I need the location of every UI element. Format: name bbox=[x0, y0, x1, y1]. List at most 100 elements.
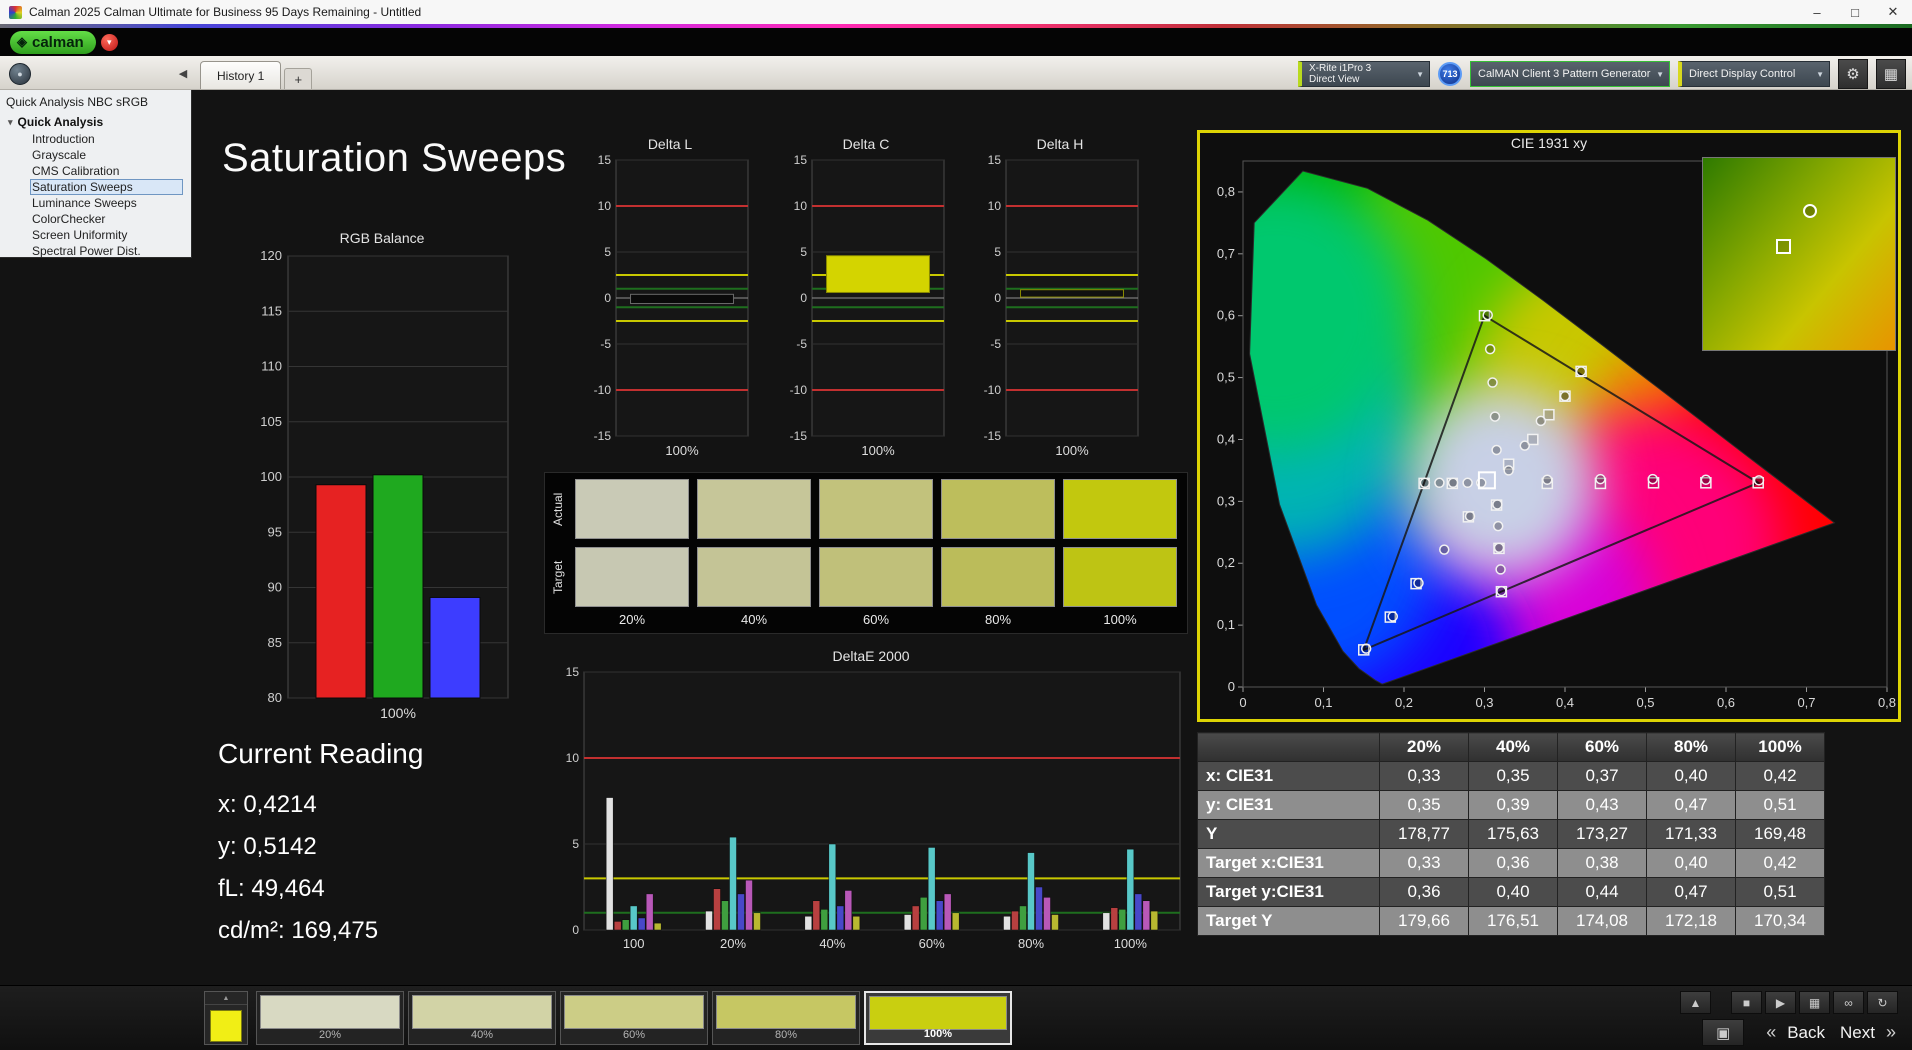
close-button[interactable]: ✕ bbox=[1874, 0, 1912, 24]
svg-text:5: 5 bbox=[604, 245, 611, 259]
table-cell: 0,42 bbox=[1735, 848, 1825, 878]
pattern-swatch-40%[interactable]: 40% bbox=[408, 991, 556, 1045]
pattern-swatch-20%[interactable]: 20% bbox=[256, 991, 404, 1045]
table-cell: 0,36 bbox=[1379, 877, 1469, 907]
settings-button[interactable]: ⚙ bbox=[1838, 59, 1868, 89]
back-button[interactable]: Back bbox=[1781, 1023, 1831, 1043]
grid-icon: ▦ bbox=[1883, 66, 1899, 83]
table-cell: 174,08 bbox=[1557, 906, 1647, 936]
table-cell: 169,48 bbox=[1735, 819, 1825, 849]
calman-logo[interactable]: ◈ calman ▾ bbox=[10, 30, 118, 54]
svg-text:5: 5 bbox=[994, 245, 1001, 259]
pattern-swatch-60%[interactable]: 60% bbox=[560, 991, 708, 1045]
svg-text:-15: -15 bbox=[790, 429, 808, 443]
swatch-row-label: Actual bbox=[551, 492, 565, 526]
svg-text:0: 0 bbox=[1239, 695, 1246, 710]
sidebar-item-screen-uniformity[interactable]: Screen Uniformity bbox=[30, 227, 183, 243]
maximize-button[interactable]: □ bbox=[1836, 0, 1874, 24]
target-point-marker bbox=[1775, 238, 1791, 254]
sidebar-item-cms-calibration[interactable]: CMS Calibration bbox=[30, 163, 183, 179]
tab-history-1[interactable]: History 1 bbox=[200, 61, 282, 89]
svg-text:105: 105 bbox=[260, 414, 282, 429]
svg-text:10: 10 bbox=[598, 199, 612, 213]
table-cell: 0,40 bbox=[1646, 848, 1736, 878]
svg-text:0,8: 0,8 bbox=[1217, 184, 1235, 199]
svg-text:-15: -15 bbox=[594, 429, 612, 443]
workspace-nav-button[interactable]: ● bbox=[9, 63, 31, 85]
svg-text:0,4: 0,4 bbox=[1217, 431, 1235, 446]
sidebar-item-spectral-power-dist-[interactable]: Spectral Power Dist. bbox=[30, 243, 183, 259]
next-chevron-icon[interactable]: » bbox=[1884, 1022, 1898, 1043]
play-button[interactable]: ▶ bbox=[1765, 991, 1796, 1014]
svg-text:-5: -5 bbox=[796, 337, 807, 351]
table-cell: 0,33 bbox=[1379, 848, 1469, 878]
cie-1931-chart[interactable]: CIE 1931 xy 0 0 0,1 0,1 0,2 0,2 0,3 0,3 0,4 0,4 0,… bbox=[1197, 130, 1901, 722]
table-row-label: x: CIE31 bbox=[1197, 761, 1380, 791]
layout-button[interactable]: ▦ bbox=[1876, 59, 1906, 89]
svg-text:10: 10 bbox=[566, 751, 580, 765]
table-row: Y 178,77 175,63 173,27 171,33 169,48 bbox=[1197, 819, 1825, 849]
table-cell: 0,38 bbox=[1557, 848, 1647, 878]
sidebar-item-colorchecker[interactable]: ColorChecker bbox=[30, 211, 183, 227]
chevron-down-icon: ▼ bbox=[1656, 69, 1664, 79]
workflow-title: Quick Analysis NBC sRGB bbox=[6, 95, 149, 109]
workflow-root-node[interactable]: ▾ Quick Analysis bbox=[0, 113, 191, 131]
table-header-cell: 80% bbox=[1646, 732, 1736, 762]
pattern-swatch-100%[interactable]: 100% bbox=[864, 991, 1012, 1045]
actual-swatch-80% bbox=[941, 479, 1055, 539]
pattern-generator-name: CalMAN Client 3 Pattern Generator bbox=[1478, 67, 1651, 80]
title-bar: Calman 2025 Calman Ultimate for Business… bbox=[0, 0, 1912, 25]
add-tab-button[interactable]: + bbox=[284, 68, 313, 89]
read-button[interactable]: ▣ bbox=[1702, 1019, 1745, 1046]
svg-text:-10: -10 bbox=[790, 383, 808, 397]
current-reading-value: y: 0,5142 bbox=[218, 833, 317, 860]
display-control-name: Direct Display Control bbox=[1689, 67, 1796, 80]
svg-text:0: 0 bbox=[800, 291, 807, 305]
sidebar-item-introduction[interactable]: Introduction bbox=[30, 131, 183, 147]
stop-button[interactable]: ■ bbox=[1731, 991, 1762, 1014]
svg-text:40%: 40% bbox=[819, 936, 845, 951]
svg-text:0,5: 0,5 bbox=[1217, 370, 1235, 385]
minimize-button[interactable]: – bbox=[1798, 0, 1836, 24]
display-control-dropdown[interactable]: Direct Display Control ▼ bbox=[1678, 61, 1830, 87]
table-row: x: CIE31 0,33 0,35 0,37 0,40 0,42 bbox=[1197, 761, 1825, 791]
svg-text:15: 15 bbox=[988, 154, 1002, 167]
table-cell: 0,33 bbox=[1379, 761, 1469, 791]
svg-text:120: 120 bbox=[260, 248, 282, 263]
svg-text:100%: 100% bbox=[1055, 443, 1089, 458]
loop-button[interactable]: ∞ bbox=[1833, 991, 1864, 1014]
svg-text:110: 110 bbox=[261, 359, 282, 374]
save-button[interactable]: ▦ bbox=[1799, 991, 1830, 1014]
back-chevron-icon[interactable]: « bbox=[1764, 1022, 1778, 1043]
meter-dropdown[interactable]: X-Rite i1Pro 3 Direct View ▼ bbox=[1298, 61, 1430, 87]
svg-text:-5: -5 bbox=[990, 337, 1001, 351]
calman-logo-icon: ◈ bbox=[17, 34, 27, 49]
table-cell: 0,35 bbox=[1379, 790, 1469, 820]
pattern-swatch-80%[interactable]: 80% bbox=[712, 991, 860, 1045]
next-button[interactable]: Next bbox=[1834, 1023, 1881, 1043]
table-cell: 0,36 bbox=[1468, 848, 1558, 878]
saturation-data-table: 20% 40% 60% 80% 100% x: CIE31 0,33 0,35 0,37 0,40… bbox=[1197, 732, 1825, 936]
current-reading-value: fL: 49,464 bbox=[218, 875, 325, 902]
sidebar-item-luminance-sweeps[interactable]: Luminance Sweeps bbox=[30, 195, 183, 211]
eject-button[interactable]: ▲ bbox=[1680, 991, 1711, 1014]
refresh-button[interactable]: ↻ bbox=[1867, 991, 1898, 1014]
table-cell: 176,51 bbox=[1468, 906, 1558, 936]
pattern-generator-dropdown[interactable]: CalMAN Client 3 Pattern Generator ▼ bbox=[1470, 61, 1670, 87]
tree-expand-icon[interactable]: ▾ bbox=[8, 117, 13, 128]
svg-text:-10: -10 bbox=[594, 383, 612, 397]
svg-text:0,4: 0,4 bbox=[1556, 695, 1574, 710]
svg-text:0,1: 0,1 bbox=[1217, 617, 1235, 632]
svg-text:0,5: 0,5 bbox=[1636, 695, 1654, 710]
sidebar-item-saturation-sweeps[interactable]: Saturation Sweeps bbox=[30, 179, 183, 195]
current-reading-value: cd/m²: 169,475 bbox=[218, 917, 379, 944]
svg-text:95: 95 bbox=[268, 524, 282, 539]
target-swatch-100% bbox=[1063, 547, 1177, 607]
table-cell: 172,18 bbox=[1646, 906, 1736, 936]
sidebar-item-grayscale[interactable]: Grayscale bbox=[30, 147, 183, 163]
svg-text:115: 115 bbox=[261, 303, 282, 318]
main-menu-dropdown-icon[interactable]: ▾ bbox=[100, 33, 118, 51]
collapse-sidebar-icon[interactable]: ◀ bbox=[174, 64, 192, 82]
table-header-cell: 20% bbox=[1379, 732, 1469, 762]
deltae2000-title: DeltaE 2000 bbox=[832, 648, 910, 664]
